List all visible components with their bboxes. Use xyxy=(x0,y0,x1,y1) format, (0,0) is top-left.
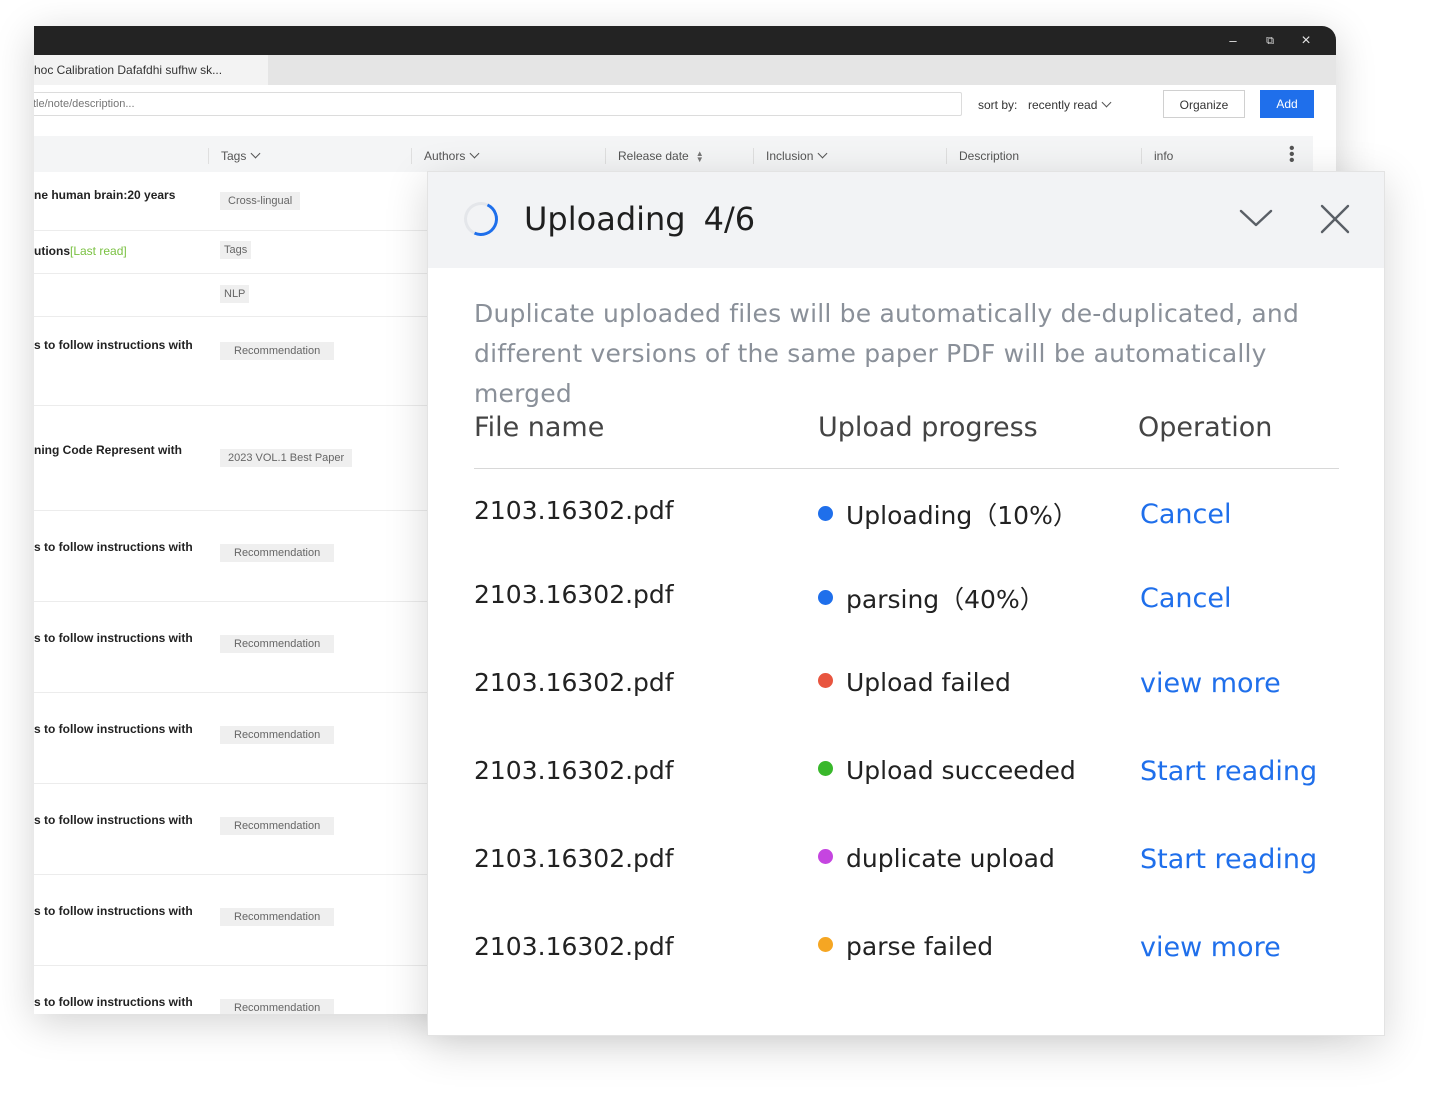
sort-dropdown[interactable]: recently read xyxy=(1028,97,1112,112)
tag-badge[interactable]: Recommendation xyxy=(220,635,335,653)
paper-title[interactable]: s to follow instructions with xyxy=(34,540,193,554)
column-divider xyxy=(208,148,209,164)
paper-title[interactable]: s to follow instructions with xyxy=(34,995,193,1009)
sort-icon: ▲ ▼ xyxy=(695,148,704,164)
tag-badge[interactable]: Recommendation xyxy=(220,908,335,926)
tag-badge[interactable]: Recommendation xyxy=(220,342,335,360)
sort-label: sort by: xyxy=(978,98,1018,112)
paper-title[interactable]: ne human brain:20 years xyxy=(34,188,175,202)
minimize-icon[interactable]: – xyxy=(1223,31,1243,51)
status-dot xyxy=(818,506,833,521)
column-divider xyxy=(1141,148,1142,164)
column-authors[interactable]: Authors xyxy=(424,148,480,163)
column-upload-progress: Upload progress xyxy=(818,412,1038,443)
column-file-name: File name xyxy=(474,412,605,443)
paper-title[interactable]: s to follow instructions with xyxy=(34,338,193,352)
document-tab[interactable]: hoc Calibration Dafafdhi sufhw sk... xyxy=(34,55,268,85)
status-dot xyxy=(818,590,833,605)
chevron-down-icon xyxy=(250,148,261,159)
status-dot xyxy=(818,761,833,776)
file-name: 2103.16302.pdf xyxy=(474,496,674,525)
upload-status: parse failed xyxy=(818,932,993,961)
chevron-down-icon xyxy=(469,148,480,159)
title-bar: – ⧉ × xyxy=(34,26,1336,55)
header-divider xyxy=(474,468,1339,469)
file-name: 2103.16302.pdf xyxy=(474,844,674,873)
file-name: 2103.16302.pdf xyxy=(474,580,674,609)
column-inclusion[interactable]: Inclusion xyxy=(766,148,828,163)
upload-status: Uploading（10%） xyxy=(818,496,1078,532)
column-tags[interactable]: Tags xyxy=(221,148,261,163)
file-name: 2103.16302.pdf xyxy=(474,932,674,961)
cancel-link[interactable]: Cancel xyxy=(1140,583,1231,614)
column-divider xyxy=(946,148,947,164)
file-name: 2103.16302.pdf xyxy=(474,668,674,697)
tag-badge[interactable]: Recommendation xyxy=(220,817,335,835)
file-name: 2103.16302.pdf xyxy=(474,756,674,785)
column-divider xyxy=(753,148,754,164)
cancel-link[interactable]: Cancel xyxy=(1140,499,1231,530)
chevron-down-icon xyxy=(1101,97,1112,108)
tag-badge[interactable]: Recommendation xyxy=(220,726,335,744)
search-input[interactable] xyxy=(34,92,962,116)
sort-value: recently read xyxy=(1028,98,1098,112)
status-dot xyxy=(818,937,833,952)
paper-title[interactable]: s to follow instructions with xyxy=(34,813,193,827)
tag-badge[interactable]: NLP xyxy=(220,285,250,303)
restore-icon[interactable]: ⧉ xyxy=(1260,31,1280,51)
start-reading-link[interactable]: Start reading xyxy=(1140,756,1317,787)
tag-badge[interactable]: 2023 VOL.1 Best Paper xyxy=(220,449,353,467)
paper-title[interactable]: utions[Last read] xyxy=(34,244,127,258)
dedup-notice: Duplicate uploaded files will be automat… xyxy=(474,299,1300,408)
chevron-down-icon xyxy=(817,148,828,159)
status-dot xyxy=(818,849,833,864)
chevron-down-icon[interactable] xyxy=(1236,202,1276,232)
close-window-icon[interactable]: × xyxy=(1296,31,1316,51)
column-release-date[interactable]: Release date ▲ ▼ xyxy=(618,149,704,163)
status-dot xyxy=(818,673,833,688)
column-operation: Operation xyxy=(1138,412,1273,443)
column-divider xyxy=(605,148,606,164)
table-header: Tags Authors Release date ▲ ▼ Inclusion De… xyxy=(34,136,1313,172)
close-icon[interactable] xyxy=(1318,202,1352,236)
last-read-badge: [Last read] xyxy=(70,244,127,258)
paper-title[interactable]: s to follow instructions with xyxy=(34,631,193,645)
upload-status: Upload failed xyxy=(818,668,1011,697)
upload-status: parsing（40%） xyxy=(818,580,1045,616)
view-more-link[interactable]: view more xyxy=(1140,932,1281,963)
toolbar: sort by: recently read Organize Add xyxy=(34,85,1336,129)
column-divider xyxy=(411,148,412,164)
add-button[interactable]: Add xyxy=(1260,90,1314,118)
column-info[interactable]: info xyxy=(1154,149,1173,163)
dialog-header: Uploading 4/6 xyxy=(428,172,1384,268)
tag-badge[interactable]: Recommendation xyxy=(220,999,335,1014)
paper-title[interactable]: s to follow instructions with xyxy=(34,722,193,736)
upload-status: Upload succeeded xyxy=(818,756,1076,785)
paper-title[interactable]: ning Code Represent with xyxy=(34,443,182,457)
upload-status: duplicate upload xyxy=(818,844,1055,873)
tab-bar: hoc Calibration Dafafdhi sufhw sk... xyxy=(34,55,1336,85)
tag-badge[interactable]: Recommendation xyxy=(220,544,335,562)
loading-spinner-icon xyxy=(459,197,503,241)
dialog-title: Uploading 4/6 xyxy=(524,200,756,238)
column-description[interactable]: Description xyxy=(959,149,1019,163)
tag-badge[interactable]: Tags xyxy=(220,241,252,259)
organize-button[interactable]: Organize xyxy=(1163,90,1245,118)
start-reading-link[interactable]: Start reading xyxy=(1140,844,1317,875)
paper-title[interactable]: s to follow instructions with xyxy=(34,904,193,918)
more-options-icon[interactable]: • • • xyxy=(1289,141,1295,169)
upload-count: 4/6 xyxy=(703,200,756,238)
upload-dialog: Uploading 4/6 Duplicate uploaded files wi… xyxy=(427,171,1385,1036)
view-more-link[interactable]: view more xyxy=(1140,668,1281,699)
tag-badge[interactable]: Cross-lingual xyxy=(220,192,301,210)
